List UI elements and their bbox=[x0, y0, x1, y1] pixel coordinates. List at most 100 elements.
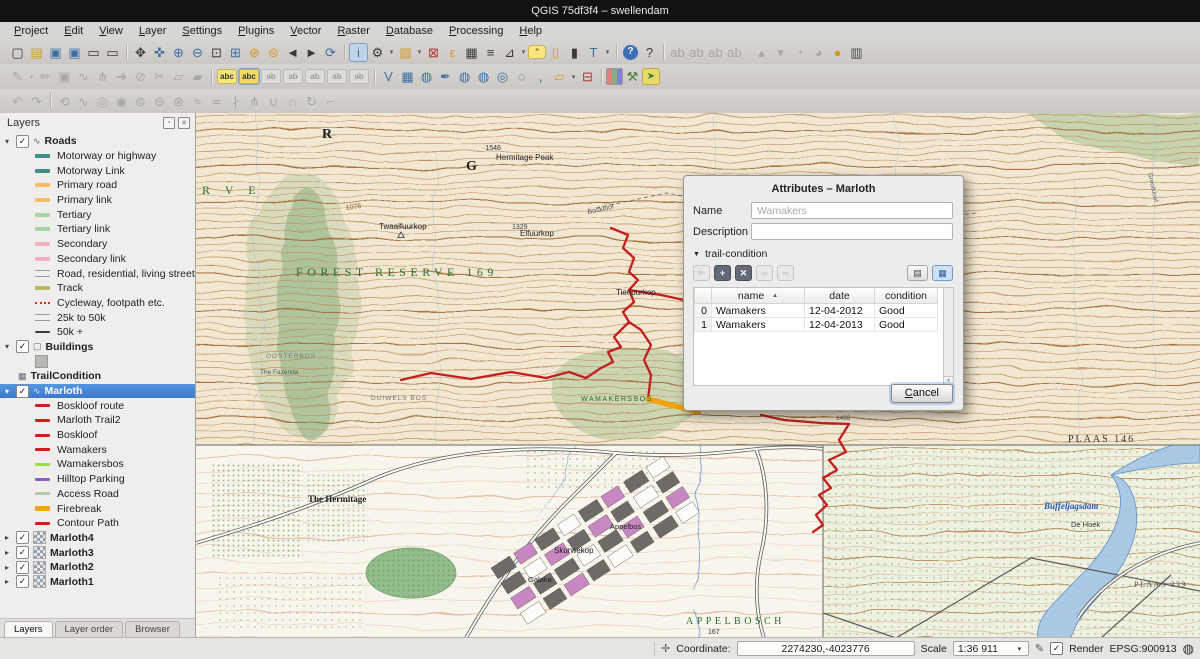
crs-label[interactable]: EPSG:900913 bbox=[1110, 643, 1177, 655]
column-condition[interactable]: condition bbox=[875, 288, 938, 304]
edit-row-button[interactable]: ✏ bbox=[693, 265, 710, 281]
fill-ring-button[interactable]: ⊚ bbox=[131, 92, 150, 111]
legend-item[interactable]: Contour Path bbox=[0, 516, 195, 531]
delete-ring-button[interactable]: ⊖ bbox=[150, 92, 169, 111]
select-expression-button[interactable]: ε bbox=[443, 43, 462, 62]
legend-item[interactable] bbox=[0, 354, 195, 369]
labeling-pinned-button[interactable]: abc bbox=[239, 69, 259, 84]
node-tool-button[interactable]: ⋔ bbox=[93, 67, 112, 86]
save-project-button[interactable]: ▣ bbox=[46, 43, 65, 62]
menu-help[interactable]: Help bbox=[511, 23, 550, 39]
add-feature-button[interactable]: ∿ bbox=[74, 67, 93, 86]
item-up-button[interactable]: ▴ bbox=[752, 43, 771, 62]
coordinate-field[interactable]: 2274230,-4023776 bbox=[737, 641, 915, 656]
menu-settings[interactable]: Settings bbox=[174, 23, 230, 39]
layer-marloth-selected[interactable]: ▾ ✓ ∿ Marloth bbox=[0, 384, 195, 399]
legend-item[interactable]: Cycleway, footpath etc. bbox=[0, 296, 195, 311]
expand-arrow-icon[interactable]: ▾ bbox=[5, 137, 16, 146]
reshape-button[interactable]: ≈ bbox=[188, 92, 207, 111]
attribute-table-button[interactable]: ▦ bbox=[462, 43, 481, 62]
scale-dropdown-icon[interactable]: ▾ bbox=[1015, 645, 1024, 653]
zoom-in-button[interactable]: ⊕ bbox=[169, 43, 188, 62]
menu-raster[interactable]: Raster bbox=[329, 23, 377, 39]
legend-item[interactable]: Tertiary bbox=[0, 207, 195, 222]
add-row-button[interactable]: + bbox=[714, 265, 731, 281]
cut-features-button[interactable]: ✂ bbox=[150, 67, 169, 86]
feature-action-button[interactable]: ⚙ bbox=[368, 43, 387, 62]
plugin-manager-button[interactable]: ➤ bbox=[642, 68, 660, 85]
legend-item[interactable]: Motorway Link bbox=[0, 163, 195, 178]
field-calculator-button[interactable]: ≡ bbox=[481, 43, 500, 62]
description-field[interactable] bbox=[751, 223, 953, 240]
add-part-button[interactable]: ◉ bbox=[112, 92, 131, 111]
zoom-to-layer-button[interactable]: ⊜ bbox=[264, 43, 283, 62]
table-row[interactable]: 1 Wamakers 12-04-2013 Good bbox=[695, 318, 938, 332]
add-postgis-layer-button[interactable]: ◍ bbox=[417, 67, 436, 86]
menu-plugins[interactable]: Plugins bbox=[230, 23, 282, 39]
tab-browser[interactable]: Browser bbox=[125, 621, 180, 638]
toggle-editing-button[interactable]: ✏ bbox=[36, 67, 55, 86]
help-contents-button[interactable]: ? bbox=[623, 45, 638, 60]
measure-dropdown[interactable]: ▾ bbox=[519, 48, 528, 56]
column-date[interactable]: date bbox=[805, 288, 875, 304]
remove-layer-button[interactable]: ⊟ bbox=[578, 67, 597, 86]
legend-item[interactable]: Boskloof bbox=[0, 428, 195, 443]
legend-item[interactable]: Wamakers bbox=[0, 442, 195, 457]
label-rotate-button[interactable]: ab bbox=[687, 43, 706, 62]
processing-toolbox-button[interactable]: ⚒ bbox=[623, 67, 642, 86]
measure-button[interactable]: ⊿ bbox=[500, 43, 519, 62]
simplify-feature-button[interactable]: ∿ bbox=[74, 92, 93, 111]
panel-float-icon[interactable]: ▫ bbox=[163, 117, 175, 129]
menu-vector[interactable]: Vector bbox=[282, 23, 329, 39]
whats-this-button[interactable]: ? bbox=[640, 43, 659, 62]
scale-combo[interactable]: 1:36 911 ▾ bbox=[953, 641, 1029, 656]
menu-database[interactable]: Database bbox=[378, 23, 441, 39]
coordinate-capture-icon[interactable]: ✛ bbox=[661, 642, 670, 655]
magnifier-edit-icon[interactable]: ✎ bbox=[1035, 642, 1044, 655]
collapse-arrow-icon[interactable]: ▸ bbox=[5, 577, 16, 586]
legend-item[interactable]: 50k + bbox=[0, 325, 195, 340]
legend-item[interactable]: Tertiary link bbox=[0, 222, 195, 237]
corner-header[interactable] bbox=[695, 288, 712, 304]
rotate-feature-button[interactable]: ⟲ bbox=[55, 92, 74, 111]
add-raster-layer-button[interactable]: ▦ bbox=[398, 67, 417, 86]
collapse-triangle-icon[interactable]: ▼ bbox=[693, 251, 700, 258]
layer-checkbox[interactable]: ✓ bbox=[16, 546, 29, 559]
cancel-button[interactable]: Cancel bbox=[891, 384, 953, 403]
tab-layer-order[interactable]: Layer order bbox=[55, 621, 124, 638]
delete-row-button[interactable]: ✕ bbox=[735, 265, 752, 281]
legend-item[interactable]: Secondary link bbox=[0, 252, 195, 267]
table-row[interactable]: 0 Wamakers 12-04-2012 Good bbox=[695, 304, 938, 318]
pie-b-button[interactable]: ◕ bbox=[809, 43, 828, 62]
add-vector-layer-button[interactable]: V bbox=[379, 67, 398, 86]
text-annotation-button[interactable]: T bbox=[584, 43, 603, 62]
open-project-button[interactable]: ▤ bbox=[27, 43, 46, 62]
current-edits-dropdown[interactable]: ▾ bbox=[27, 73, 36, 81]
zoom-to-selection-button[interactable]: ⊛ bbox=[245, 43, 264, 62]
trim-extend-button[interactable]: ⌐ bbox=[321, 92, 340, 111]
layer-marloth2[interactable]: ▸ ✓ Marloth2 bbox=[0, 560, 195, 575]
zoom-next-button[interactable]: ► bbox=[302, 43, 321, 62]
render-checkbox[interactable]: ✓ bbox=[1050, 642, 1063, 655]
collapse-arrow-icon[interactable]: ▸ bbox=[5, 563, 16, 572]
legend-item[interactable]: Road, residential, living street, etc. bbox=[0, 266, 195, 281]
layer-checkbox[interactable]: ✓ bbox=[16, 531, 29, 544]
layer-checkbox[interactable]: ✓ bbox=[16, 575, 29, 588]
zoom-last-button[interactable]: ◄ bbox=[283, 43, 302, 62]
collapse-arrow-icon[interactable]: ▸ bbox=[5, 533, 16, 542]
menu-edit[interactable]: Edit bbox=[56, 23, 91, 39]
new-layer-dropdown[interactable]: ▾ bbox=[569, 73, 578, 81]
select-rectangle-button[interactable]: ▧ bbox=[396, 43, 415, 62]
legend-item[interactable]: Access Road bbox=[0, 487, 195, 502]
label-tool-a-button[interactable]: ab bbox=[261, 69, 281, 84]
legend-item[interactable]: Boskloof route bbox=[0, 398, 195, 413]
copy-features-button[interactable]: ▱ bbox=[169, 67, 188, 86]
identify-button[interactable]: i bbox=[349, 43, 368, 62]
pan-map-button[interactable]: ✥ bbox=[131, 43, 150, 62]
label-pin-button[interactable]: ab bbox=[706, 43, 725, 62]
expand-arrow-icon[interactable]: ▾ bbox=[5, 387, 16, 396]
table-view-button[interactable]: ▦ bbox=[932, 265, 953, 281]
new-shapefile-button[interactable]: ▱ bbox=[550, 67, 569, 86]
save-edits-button[interactable]: ▣ bbox=[55, 67, 74, 86]
split-parts-button[interactable]: ⋔ bbox=[245, 92, 264, 111]
